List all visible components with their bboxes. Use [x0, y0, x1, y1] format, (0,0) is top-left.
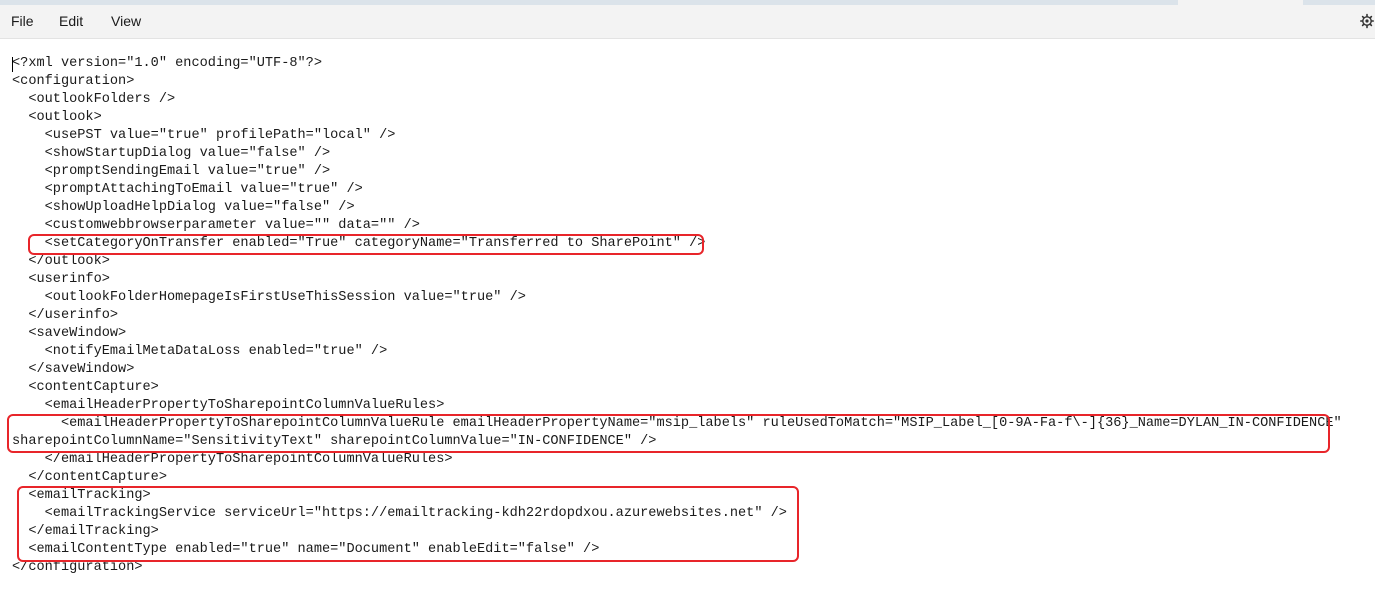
code-line[interactable]: <showStartupDialog value="false" /> [12, 145, 1342, 163]
code-line[interactable]: <contentCapture> [12, 379, 1342, 397]
menu-file[interactable]: File [9, 5, 36, 38]
code-line[interactable]: <promptSendingEmail value="true" /> [12, 163, 1342, 181]
code-line[interactable]: <outlookFolders /> [12, 91, 1342, 109]
code-line[interactable]: <notifyEmailMetaDataLoss enabled="true" … [12, 343, 1342, 361]
gear-icon[interactable] [1360, 13, 1374, 29]
code-line[interactable]: <showUploadHelpDialog value="false" /> [12, 199, 1342, 217]
code-line[interactable]: <outlook> [12, 109, 1342, 127]
menu-bar: File Edit View [0, 5, 1375, 39]
highlight-header-rule [7, 414, 1330, 453]
text-editor[interactable]: <?xml version="1.0" encoding="UTF-8"?> <c… [0, 39, 1375, 606]
code-line[interactable]: <emailHeaderPropertyToSharepointColumnVa… [12, 397, 1342, 415]
code-line[interactable]: </userinfo> [12, 307, 1342, 325]
menu-view[interactable]: View [109, 5, 143, 38]
menu-edit[interactable]: Edit [57, 5, 85, 38]
highlight-set-category [28, 234, 704, 255]
code-line[interactable]: <?xml version="1.0" encoding="UTF-8"?> [12, 55, 1342, 73]
code-line[interactable]: <promptAttachingToEmail value="true" /> [12, 181, 1342, 199]
code-line[interactable]: <customwebbrowserparameter value="" data… [12, 217, 1342, 235]
code-line[interactable]: <userinfo> [12, 271, 1342, 289]
code-line[interactable]: <saveWindow> [12, 325, 1342, 343]
code-line[interactable]: </outlook> [12, 253, 1342, 271]
text-cursor [12, 57, 13, 72]
code-line[interactable]: <usePST value="true" profilePath="local"… [12, 127, 1342, 145]
code-line[interactable]: </contentCapture> [12, 469, 1342, 487]
code-line[interactable]: <outlookFolderHomepageIsFirstUseThisSess… [12, 289, 1342, 307]
code-line[interactable]: </saveWindow> [12, 361, 1342, 379]
highlight-email-tracking [17, 486, 799, 562]
code-line[interactable]: <configuration> [12, 73, 1342, 91]
code-line[interactable]: </emailHeaderPropertyToSharepointColumnV… [12, 451, 1342, 469]
